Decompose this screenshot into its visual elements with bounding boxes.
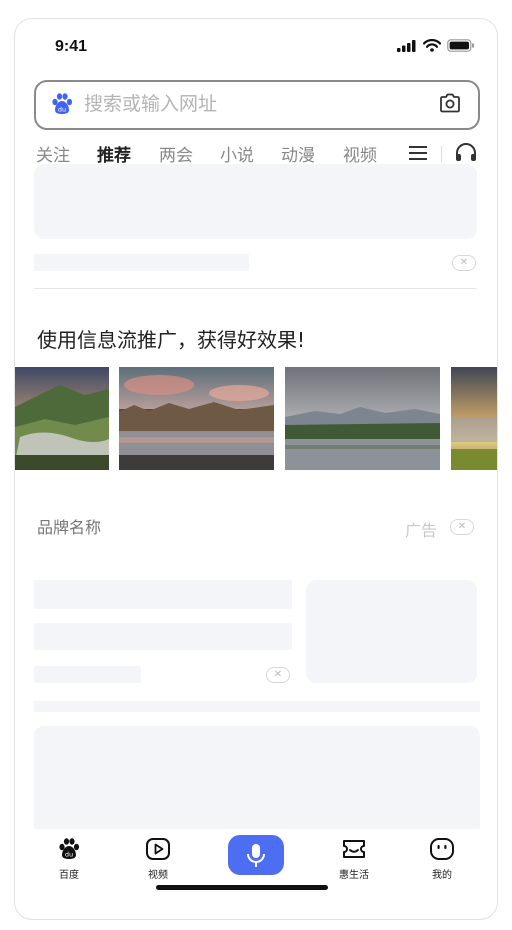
text-line-placeholder: [34, 666, 141, 683]
tab-two-sessions[interactable]: 两会: [159, 141, 193, 166]
nav-profile[interactable]: 我的: [412, 837, 472, 881]
text-line-placeholder: [34, 580, 292, 609]
tab-recommend[interactable]: 推荐: [97, 141, 131, 166]
search-bar: du: [34, 80, 480, 130]
brand-name[interactable]: 品牌名称: [37, 514, 101, 538]
phone-frame: 9:41 du 搜索或输入网址 关注 推荐 两会 小说 动漫 视频 ✕ 使用信息…: [14, 18, 498, 920]
nav-home-label: 百度: [59, 870, 79, 881]
dismiss-icon[interactable]: ✕: [266, 667, 290, 683]
battery-icon: [447, 39, 474, 52]
feed-card-placeholder[interactable]: [34, 726, 480, 836]
tab-follow[interactable]: 关注: [36, 141, 70, 166]
landscape-photo[interactable]: [15, 367, 109, 470]
nav-video[interactable]: 视频: [128, 837, 188, 881]
ad-photo-strip[interactable]: [15, 367, 497, 471]
ad-label: 广告: [405, 521, 438, 540]
video-play-icon: [146, 838, 170, 860]
feed-divider: [34, 288, 477, 289]
nav-life[interactable]: 惠生活: [324, 837, 384, 881]
profile-face-icon: [430, 838, 454, 860]
mountain-lake-photo[interactable]: [285, 367, 440, 470]
cellular-signal-icon: [397, 39, 416, 52]
status-icons: [397, 39, 475, 52]
baidu-paw-icon: du: [59, 838, 80, 859]
life-icon: [343, 840, 365, 858]
camera-icon[interactable]: [438, 92, 462, 114]
search-input[interactable]: [84, 90, 414, 118]
feed-card-placeholder[interactable]: [34, 164, 477, 239]
nav-video-label: 视频: [148, 870, 168, 881]
text-line-placeholder: [34, 623, 292, 650]
tab-divider: [441, 146, 442, 162]
status-time: 9:41: [55, 38, 88, 55]
nav-profile-label: 我的: [432, 870, 452, 881]
tab-video[interactable]: 视频: [343, 141, 377, 166]
dismiss-icon[interactable]: ✕: [452, 255, 476, 271]
dismiss-icon[interactable]: ✕: [450, 519, 474, 535]
microphone-icon: [247, 844, 265, 867]
voice-search-button[interactable]: [228, 835, 284, 875]
sunset-field-photo[interactable]: [451, 367, 497, 470]
svg-text:du: du: [65, 851, 73, 859]
thumbnail-placeholder[interactable]: [306, 580, 477, 683]
nav-home[interactable]: du 百度: [39, 837, 99, 881]
separator-placeholder: [34, 701, 480, 712]
wifi-icon: [423, 39, 441, 52]
baidu-paw-icon: du: [52, 93, 73, 114]
home-indicator[interactable]: [156, 885, 328, 890]
ad-headline[interactable]: 使用信息流推广，获得好效果!: [37, 324, 305, 353]
tab-novel[interactable]: 小说: [220, 141, 254, 166]
status-bar: 9:41: [15, 19, 497, 77]
text-line-placeholder: [34, 254, 249, 271]
headphones-icon[interactable]: [455, 142, 477, 162]
tab-anime[interactable]: 动漫: [281, 141, 315, 166]
svg-text:du: du: [58, 106, 66, 114]
nav-life-label: 惠生活: [339, 870, 369, 881]
menu-icon[interactable]: [409, 145, 427, 161]
lake-sunset-photo[interactable]: [119, 367, 274, 470]
bottom-nav: du 百度 视频 惠生活 我的: [15, 829, 497, 885]
